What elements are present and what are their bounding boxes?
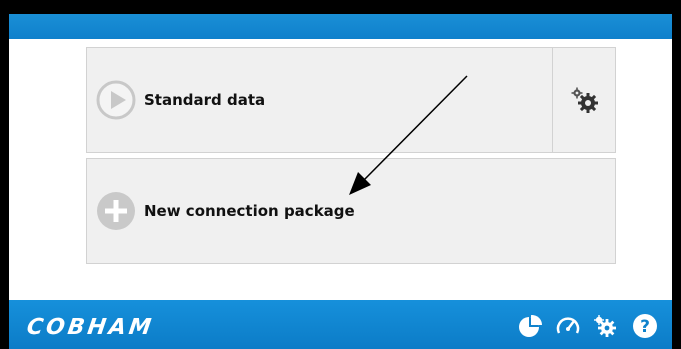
gears-icon[interactable] xyxy=(592,313,618,339)
pie-chart-icon[interactable] xyxy=(517,313,543,339)
new-connection-package-card[interactable]: New connection package xyxy=(86,158,616,264)
brand-text: COBHAM xyxy=(27,314,156,339)
settings-button[interactable] xyxy=(552,48,615,152)
top-bar xyxy=(9,14,672,39)
footer-bar: COBHAM ? xyxy=(9,300,672,349)
plus-icon xyxy=(97,192,135,230)
connection-card-standard-data: Standard data xyxy=(86,47,616,153)
cobham-logo: COBHAM xyxy=(27,314,156,339)
gears-settings-icon xyxy=(571,87,598,113)
play-icon xyxy=(96,80,136,120)
app-window: Standard data New connection package COB… xyxy=(9,14,672,349)
new-connection-package-button[interactable]: New connection package xyxy=(87,159,615,263)
card-label-standard-data: Standard data xyxy=(144,91,266,109)
help-icon[interactable]: ? xyxy=(632,313,658,339)
speedometer-icon[interactable] xyxy=(555,313,581,339)
screen-frame: Standard data New connection package COB… xyxy=(0,0,681,349)
svg-text:?: ? xyxy=(640,317,650,337)
start-standard-data-button[interactable]: Standard data xyxy=(87,48,552,152)
card-label-new-connection-package: New connection package xyxy=(144,202,355,220)
